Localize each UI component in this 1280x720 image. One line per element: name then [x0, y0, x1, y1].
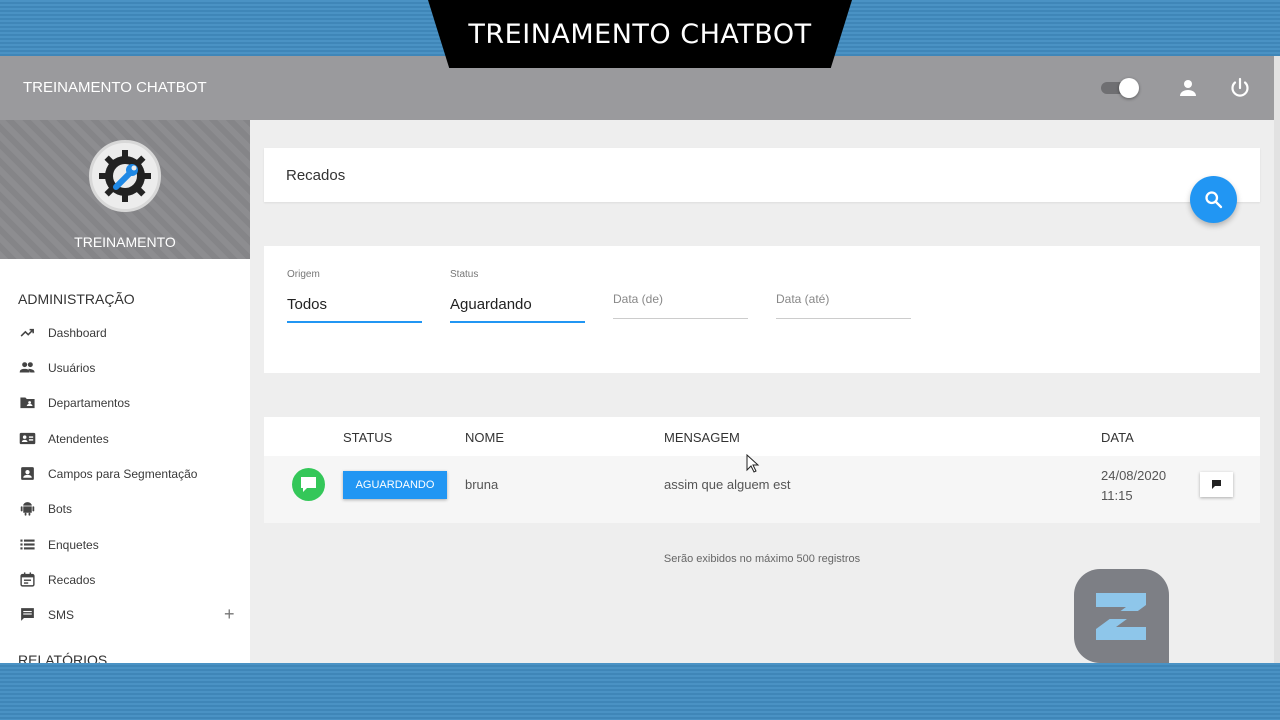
app-title: TREINAMENTO CHATBOT [23, 79, 207, 96]
status-select[interactable]: Status Aguardando [450, 266, 585, 324]
sidebar-item-label: Atendentes [48, 432, 109, 446]
mouse-cursor-icon [746, 454, 760, 473]
calendar-icon [20, 572, 35, 587]
search-fab-button[interactable] [1190, 176, 1237, 223]
sidebar-item-label: Departamentos [48, 396, 131, 410]
sidebar-item-sms[interactable]: SMS + [0, 598, 250, 632]
sidebar-item-recados[interactable]: Recados [0, 563, 250, 597]
cell-nome: bruna [465, 477, 499, 492]
sidebar-item-label: Dashboard [48, 326, 107, 340]
chat-bubble-icon [301, 477, 316, 492]
sidebar-item-label: Recados [48, 573, 96, 587]
status-value: Aguardando [450, 296, 532, 313]
status-label: Status [450, 269, 479, 280]
message-icon [21, 608, 34, 621]
col-header-data: DATA [1101, 430, 1134, 445]
video-title-banner: TREINAMENTO CHATBOT [428, 0, 852, 68]
z-logo-icon [1096, 593, 1146, 640]
android-icon [20, 502, 35, 516]
banner-title: TREINAMENTO CHATBOT [468, 18, 812, 50]
folder-shared-icon [20, 397, 35, 409]
sidebar: TREINAMENTO ADMINISTRAÇÃO Dashboard Usuá… [0, 120, 250, 663]
watermark-logo [1074, 569, 1169, 663]
status-badge[interactable]: AGUARDANDO [343, 471, 447, 499]
user-icon[interactable] [1176, 76, 1200, 100]
page-header-card [264, 148, 1260, 202]
data-ate-placeholder: Data (até) [776, 292, 830, 306]
origem-underline [287, 321, 422, 323]
list-icon [20, 539, 35, 550]
sidebar-item-atendentes[interactable]: Atendentes [0, 422, 250, 456]
power-icon[interactable] [1228, 76, 1252, 100]
sidebar-item-campos[interactable]: Campos para Segmentação [0, 457, 250, 491]
people-icon [19, 362, 35, 373]
toggle-knob [1119, 78, 1139, 98]
sidebar-item-departamentos[interactable]: Departamentos [0, 386, 250, 420]
data-ate-field[interactable]: Data (até) [776, 286, 911, 320]
cell-mensagem: assim que alguem est [664, 477, 791, 492]
origem-value: Todos [287, 296, 328, 313]
max-records-note: Serão exibidos no máximo 500 registros [663, 553, 861, 565]
message-icon [1212, 480, 1221, 489]
origem-label: Origem [287, 269, 320, 280]
sidebar-item-label: Campos para Segmentação [48, 467, 198, 481]
sidebar-item-label: Enquetes [48, 538, 99, 552]
open-message-button[interactable] [1200, 472, 1233, 497]
origem-select[interactable]: Origem Todos [287, 266, 422, 324]
col-header-nome: NOME [465, 430, 504, 445]
expand-plus-icon[interactable]: + [224, 604, 235, 625]
theme-toggle[interactable] [1101, 78, 1139, 98]
profile-name: TREINAMENTO [74, 234, 176, 250]
video-frame-bottom [0, 663, 1280, 720]
section-reports-title: RELATÓRIOS [18, 652, 108, 663]
sidebar-item-dashboard[interactable]: Dashboard [0, 316, 250, 350]
cell-date: 24/08/2020 [1101, 468, 1167, 483]
chat-origin-icon [292, 468, 325, 501]
search-icon [1205, 191, 1223, 209]
status-underline [450, 321, 585, 323]
page-title: Recados [286, 167, 346, 184]
sidebar-item-label: Bots [48, 502, 73, 516]
data-ate-underline [776, 318, 911, 319]
app-window: TREINAMENTO CHATBOT TREINAMENTO ADMINIST… [0, 56, 1280, 663]
section-admin-title: ADMINISTRAÇÃO [18, 291, 135, 307]
trending-up-icon [20, 328, 34, 337]
col-header-status: STATUS [343, 430, 393, 445]
sidebar-item-enquetes[interactable]: Enquetes [0, 528, 250, 562]
sidebar-item-bots[interactable]: Bots [0, 492, 250, 526]
gear-wrench-icon [99, 150, 151, 202]
sidebar-item-usuarios[interactable]: Usuários [0, 351, 250, 385]
data-de-placeholder: Data (de) [613, 292, 664, 306]
scrollbar[interactable] [1274, 56, 1280, 663]
avatar [89, 140, 161, 212]
profile-header: TREINAMENTO [0, 120, 250, 259]
sidebar-item-label: Usuários [48, 361, 96, 375]
contact-card-icon [19, 432, 36, 445]
data-de-underline [613, 318, 748, 319]
account-box-icon [21, 467, 34, 480]
col-header-mensagem: MENSAGEM [664, 430, 740, 445]
cell-time: 11:15 [1101, 488, 1133, 503]
data-de-field[interactable]: Data (de) [613, 286, 748, 320]
sidebar-item-label: SMS [48, 608, 75, 622]
